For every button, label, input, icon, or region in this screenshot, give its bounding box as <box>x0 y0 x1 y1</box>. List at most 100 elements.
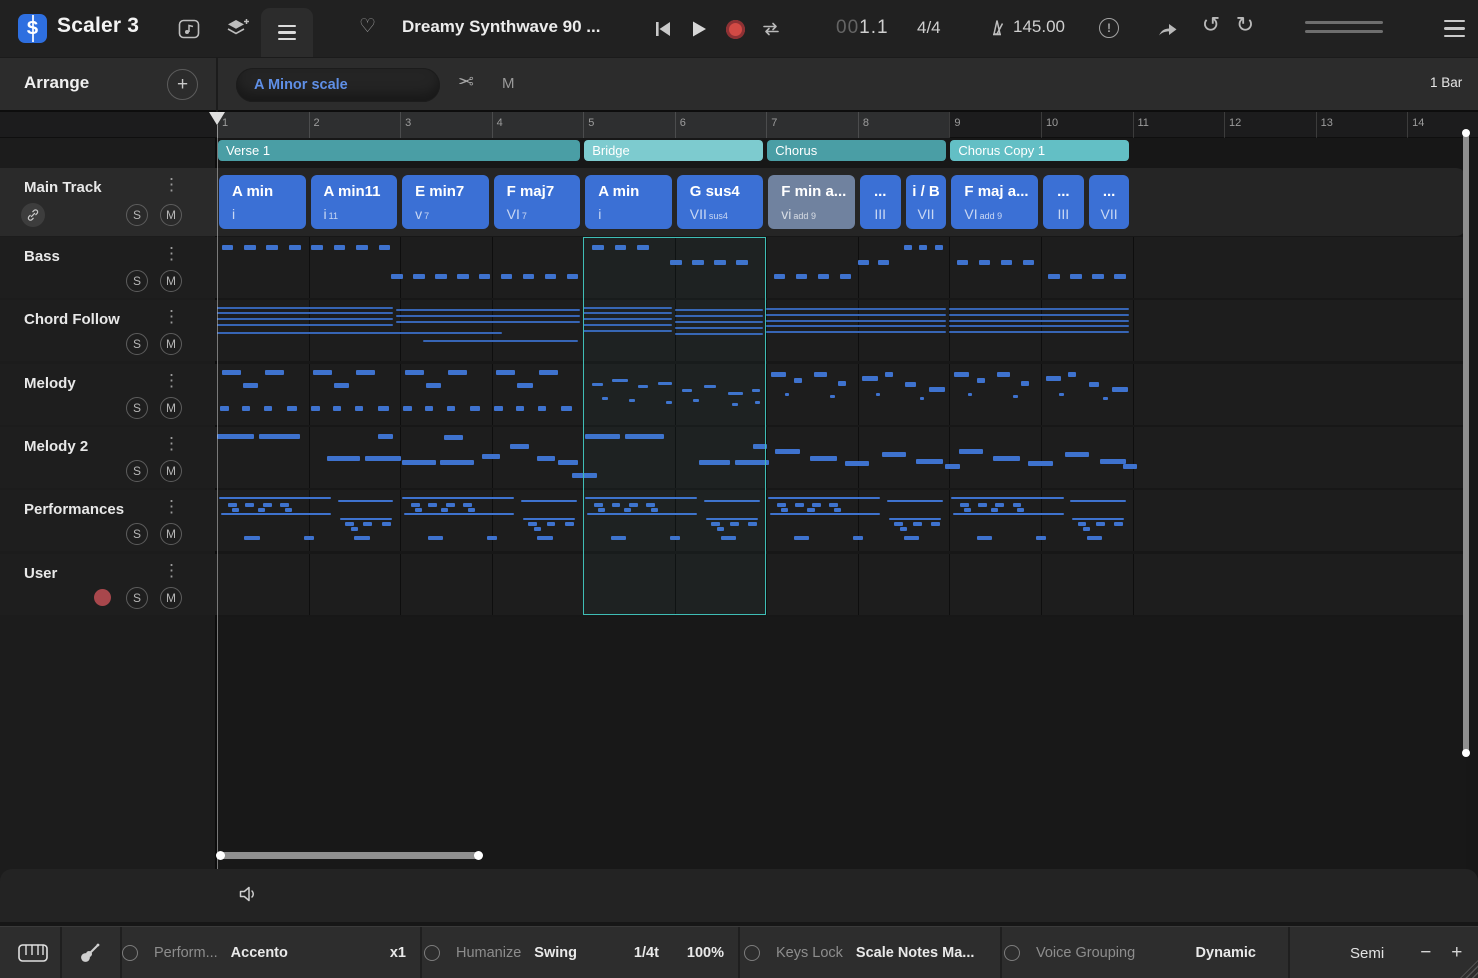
scrollbar-right-handle[interactable] <box>474 851 483 860</box>
main-menu-icon[interactable] <box>1444 20 1465 37</box>
chord-block[interactable]: i / BVII <box>906 175 947 229</box>
note-lane-chord-follow[interactable] <box>217 300 1466 361</box>
control-value[interactable]: Scale Notes Ma... <box>856 945 974 961</box>
chord-block[interactable]: ...VII <box>1089 175 1130 229</box>
session-title[interactable]: Dreamy Synthwave 90 ... <box>402 17 600 37</box>
record-button[interactable] <box>722 16 748 42</box>
midi-mode-label[interactable]: M <box>502 75 515 92</box>
chord-block[interactable]: F maj a...VIadd 9 <box>951 175 1038 229</box>
track-menu-icon[interactable]: ⋮ <box>163 497 179 517</box>
track-solo-button[interactable]: S <box>126 204 148 226</box>
track-mute-button[interactable]: M <box>160 270 182 292</box>
tempo-control[interactable]: 145.00 <box>988 17 1065 37</box>
track-header-bass[interactable]: Bass⋮SM <box>0 237 217 298</box>
track-menu-icon[interactable]: ⋮ <box>163 434 179 454</box>
playhead-marker[interactable] <box>209 112 225 125</box>
scissors-icon[interactable]: ✂ <box>458 71 474 94</box>
vscroll-top-handle[interactable] <box>1462 129 1470 137</box>
control-value[interactable]: Swing <box>534 945 577 961</box>
bridge-selection-box[interactable] <box>583 237 766 615</box>
track-header-performances[interactable]: Performances⋮SM <box>0 490 217 551</box>
track-mute-button[interactable]: M <box>160 460 182 482</box>
track-header-user[interactable]: User⋮SM <box>0 554 217 615</box>
horizontal-scrollbar[interactable] <box>218 852 481 859</box>
link-icon[interactable] <box>21 203 45 227</box>
toggle-circle-icon[interactable] <box>122 945 138 961</box>
control-value[interactable]: Accento <box>231 945 288 961</box>
toggle-circle-icon[interactable] <box>744 945 760 961</box>
semi-minus-button[interactable]: − <box>1416 942 1435 964</box>
track-solo-button[interactable]: S <box>126 270 148 292</box>
mixer-handle-icon[interactable] <box>1305 21 1383 39</box>
loop-button[interactable] <box>758 16 784 42</box>
track-mute-button[interactable]: M <box>160 587 182 609</box>
play-button[interactable] <box>686 16 712 42</box>
add-section-button[interactable]: + <box>167 69 198 100</box>
track-solo-button[interactable]: S <box>126 333 148 355</box>
track-mute-button[interactable]: M <box>160 523 182 545</box>
track-header-melody-2[interactable]: Melody 2⋮SM <box>0 427 217 488</box>
note-lane-user[interactable] <box>217 554 1466 615</box>
chord-block[interactable]: E min7v7 <box>402 175 489 229</box>
info-icon[interactable]: ! <box>1099 18 1119 38</box>
control-extra-value[interactable]: 100% <box>687 945 724 961</box>
speaker-icon[interactable] <box>238 884 260 904</box>
toggle-circle-icon[interactable] <box>424 945 440 961</box>
section-chorus[interactable]: Chorus <box>767 140 946 161</box>
track-solo-button[interactable]: S <box>126 587 148 609</box>
chord-block[interactable]: A min11i11 <box>311 175 398 229</box>
note-lane-performances[interactable] <box>217 490 1466 551</box>
chord-block[interactable]: A mini <box>219 175 306 229</box>
track-solo-button[interactable]: S <box>126 397 148 419</box>
track-header-chord-follow[interactable]: Chord Follow⋮SM <box>0 300 217 361</box>
scrollbar-left-handle[interactable] <box>216 851 225 860</box>
vscroll-bottom-handle[interactable] <box>1462 749 1470 757</box>
track-menu-icon[interactable]: ⋮ <box>163 244 179 264</box>
track-menu-icon[interactable]: ⋮ <box>163 371 179 391</box>
scale-selector[interactable]: A Minor scale <box>236 68 440 102</box>
control-extra-value[interactable]: x1 <box>390 945 406 961</box>
track-solo-button[interactable]: S <box>126 523 148 545</box>
keyboard-view-button[interactable] <box>8 927 57 978</box>
chord-block[interactable]: G sus4VIIsus4 <box>677 175 764 229</box>
note-lane-bass[interactable] <box>217 237 1466 298</box>
share-icon[interactable] <box>1154 16 1180 42</box>
chord-block[interactable]: F maj7VI7 <box>494 175 581 229</box>
note-lane-melody-2[interactable] <box>217 427 1466 488</box>
track-menu-icon[interactable]: ⋮ <box>163 175 179 195</box>
section-bridge[interactable]: Bridge <box>584 140 763 161</box>
browser-icon[interactable] <box>176 16 202 42</box>
track-menu-icon[interactable]: ⋮ <box>163 561 179 581</box>
control-value[interactable]: Dynamic <box>1196 945 1256 961</box>
undo-icon[interactable]: ↺ <box>1198 12 1224 38</box>
track-mute-button[interactable]: M <box>160 333 182 355</box>
time-signature[interactable]: 4/4 <box>917 18 941 38</box>
semi-plus-button[interactable]: + <box>1447 942 1466 964</box>
track-header-main-track[interactable]: Main Track⋮SM <box>0 168 217 236</box>
section-verse-1[interactable]: Verse 1 <box>218 140 580 161</box>
guitar-view-button[interactable] <box>64 927 116 978</box>
record-arm-dot[interactable] <box>94 589 111 606</box>
layers-add-icon[interactable] <box>225 16 251 42</box>
redo-icon[interactable]: ↻ <box>1232 12 1258 38</box>
skip-to-start-button[interactable] <box>650 16 676 42</box>
favorite-icon[interactable]: ♡ <box>359 15 376 38</box>
grid-size-label[interactable]: 1 Bar <box>1430 75 1462 90</box>
chord-block[interactable]: A mini <box>585 175 672 229</box>
note-lane-melody[interactable] <box>217 364 1466 425</box>
track-header-melody[interactable]: Melody⋮SM <box>0 364 217 425</box>
toggle-circle-icon[interactable] <box>1004 945 1020 961</box>
chord-block[interactable]: ...III <box>1043 175 1084 229</box>
section-chorus-copy-1[interactable]: Chorus Copy 1 <box>950 140 1129 161</box>
track-mute-button[interactable]: M <box>160 204 182 226</box>
vertical-scrollbar[interactable] <box>1463 130 1469 756</box>
tab-arrange-view[interactable] <box>261 8 313 57</box>
midi-note <box>968 393 972 396</box>
chord-block[interactable]: F min a...viadd 9 <box>768 175 855 229</box>
track-solo-button[interactable]: S <box>126 460 148 482</box>
control-extra-value[interactable]: 1/4t <box>634 945 659 961</box>
track-menu-icon[interactable]: ⋮ <box>163 307 179 327</box>
app-logo[interactable]: S <box>18 14 47 43</box>
track-mute-button[interactable]: M <box>160 397 182 419</box>
chord-block[interactable]: ...III <box>860 175 901 229</box>
